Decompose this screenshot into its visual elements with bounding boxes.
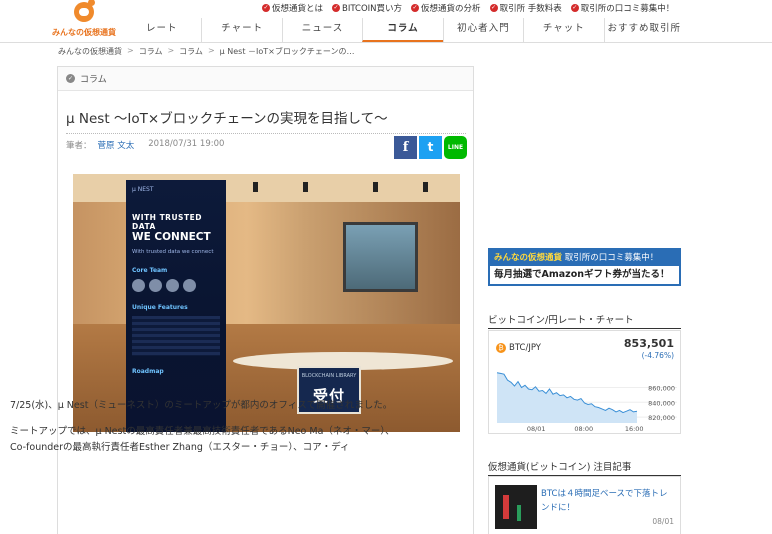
y-tick-label: 820,000 (648, 414, 675, 422)
check-icon: ✓ (411, 4, 420, 12)
article-meta: 筆者： 菅原 文太 2018/07/31 19:00 (66, 139, 224, 151)
sign-subtitle: BLOCKCHAIN LIBRARY (301, 373, 357, 379)
nav-item-exchange[interactable]: おすすめ取引所 (603, 18, 684, 42)
face-icon (132, 279, 145, 292)
breadcrumb-separator: > (127, 46, 134, 55)
article-body: 7/25(水)、μ Nest（ミューネスト）のミートアップが都内のオフィスで開催… (10, 398, 410, 466)
check-icon: ✓ (262, 4, 270, 12)
breadcrumb-separator: > (207, 46, 215, 55)
face-icon (183, 279, 196, 292)
banner-top: みんなの仮想通貨 取引所の口コミ募集中！ (490, 250, 679, 266)
banner-roadmap: Roadmap (132, 368, 164, 375)
article-paragraph: 7/25(水)、μ Nest（ミューネスト）のミートアップが都内のオフィスで開催… (10, 400, 393, 411)
nav-item-news[interactable]: ニュース (281, 18, 362, 42)
banner-headline: WITH TRUSTED DATA (132, 213, 202, 231)
top-link[interactable]: ✓ 仮想通貨の分析 (411, 2, 481, 14)
news-date: 08/01 (652, 517, 674, 526)
logo-text: みんなの仮想通貨 (52, 28, 116, 37)
check-circle-icon: ✓ (66, 74, 75, 83)
article-title: μ Nest ～IoT×ブロックチェーンの実現を目指して～ (66, 107, 466, 134)
x-tick-label: 16:00 (625, 425, 644, 433)
banner-tagline: With trusted data we connect (132, 249, 214, 255)
banner-feature-block (132, 316, 220, 356)
photo-lamp (423, 182, 428, 192)
top-link-label: BITCOIN買い方 (342, 4, 403, 14)
mascot-icon (74, 0, 95, 22)
twitter-share-button[interactable]: t (419, 136, 442, 159)
breadcrumb-home[interactable]: みんなの仮想通貨 (58, 46, 122, 57)
facebook-share-button[interactable]: f (394, 136, 417, 159)
breadcrumb-item[interactable]: コラム (179, 46, 203, 57)
global-nav: レート チャート ニュース コラム 初心者入門 チャット おすすめ取引所 (122, 18, 684, 42)
top-link[interactable]: ✓ BITCOIN買い方 (332, 2, 402, 14)
nav-item-beginner[interactable]: 初心者入門 (442, 18, 523, 42)
news-title[interactable]: BTCは４時間足ベースで下落トレンドに！ (541, 487, 676, 515)
author-link[interactable]: 菅原 文太 (98, 139, 135, 151)
y-tick-label: 860,000 (648, 384, 675, 392)
top-link[interactable]: ✓ 取引所の口コミ募集中！ (570, 2, 675, 14)
share-buttons: f t LINE (394, 136, 467, 159)
nav-item-column[interactable]: コラム (362, 18, 443, 42)
x-tick-label: 08/01 (527, 425, 546, 433)
banner-features: Unique Features (132, 304, 188, 311)
banner-bottom-text: 毎月抽選でAmazonギフト券が当たる！ (494, 269, 670, 280)
banner-faces (132, 279, 220, 292)
nav-item-chart[interactable]: チャート (201, 18, 281, 42)
top-link[interactable]: ✓ 取引所 手数料表 (489, 2, 562, 14)
nav-item-rate[interactable]: レート (122, 18, 201, 42)
face-icon (149, 279, 162, 292)
article-date: 2018/07/31 19:00 (148, 139, 225, 149)
category-bar: ✓ コラム (58, 67, 473, 91)
photo-lamp (253, 182, 258, 192)
photo-lamp (373, 182, 378, 192)
article-paragraph: ミートアップでは、μ Nestの最高責任者兼最高技術責任者であるNeo Ma（ネ… (10, 426, 395, 453)
breadcrumb: みんなの仮想通貨 > コラム > コラム > μ Nest －IoT×ブロックチ… (58, 46, 354, 57)
photo-lamp (303, 182, 308, 192)
check-icon: ✓ (570, 4, 579, 12)
breadcrumb-current: μ Nest －IoT×ブロックチェーンの… (219, 47, 355, 56)
banner-brand: みんなの仮想通貨 (494, 253, 563, 263)
nav-item-chat[interactable]: チャット (523, 18, 603, 42)
breadcrumb-separator: > (167, 46, 175, 55)
news-item[interactable]: BTCは４時間足ベースで下落トレンドに！ 08/01 (488, 476, 681, 534)
banner-logo: μ NEST (132, 186, 154, 193)
chart-section-title: ビットコイン/円レート・チャート (488, 312, 681, 329)
news-thumbnail (495, 485, 537, 529)
btc-chart-widget[interactable]: ₿ BTC/JPY 853,501 (-4.76%) 860,000 840,00… (488, 330, 681, 434)
header-divider (0, 42, 772, 43)
top-link[interactable]: ✓ 仮想通貨とは (262, 2, 323, 14)
banner-headline-2: WE CONNECT (132, 231, 211, 243)
photo-window (343, 222, 418, 292)
check-icon: ✓ (332, 4, 341, 12)
face-icon (166, 279, 179, 292)
y-tick-label: 840,000 (648, 399, 675, 407)
review-campaign-banner[interactable]: みんなの仮想通貨 取引所の口コミ募集中！ 毎月抽選でAmazonギフト券が当たる… (488, 248, 681, 286)
top-link-label: 仮想通貨とは (272, 4, 324, 14)
photo-banner: μ NEST WITH TRUSTED DATA WE CONNECT With… (126, 180, 226, 432)
banner-core-team: Core Team (132, 267, 168, 274)
category-label[interactable]: コラム (80, 72, 107, 85)
news-section-title: 仮想通貨(ビットコイン) 注目記事 (488, 459, 681, 476)
banner-top-text: 取引所の口コミ募集中！ (564, 253, 659, 263)
top-link-label: 取引所の口コミ募集中！ (580, 4, 675, 14)
x-tick-label: 08:00 (574, 425, 593, 433)
author-label: 筆者： (66, 141, 92, 151)
check-icon: ✓ (489, 4, 498, 12)
top-link-label: 仮想通貨の分析 (421, 4, 481, 14)
top-links: ✓ 仮想通貨とは ✓ BITCOIN買い方 ✓ 仮想通貨の分析 ✓ 取引所 手数料表 ✓… (262, 2, 674, 14)
line-share-button[interactable]: LINE (444, 136, 467, 159)
price-chart: 860,000 840,000 820,000 08/01 08:00 16:00 (496, 372, 677, 433)
breadcrumb-item[interactable]: コラム (139, 46, 163, 57)
site-logo[interactable]: みんなの仮想通貨 (52, 0, 122, 40)
top-link-label: 取引所 手数料表 (499, 4, 562, 14)
article-photo: μ NEST WITH TRUSTED DATA WE CONNECT With… (73, 174, 460, 432)
